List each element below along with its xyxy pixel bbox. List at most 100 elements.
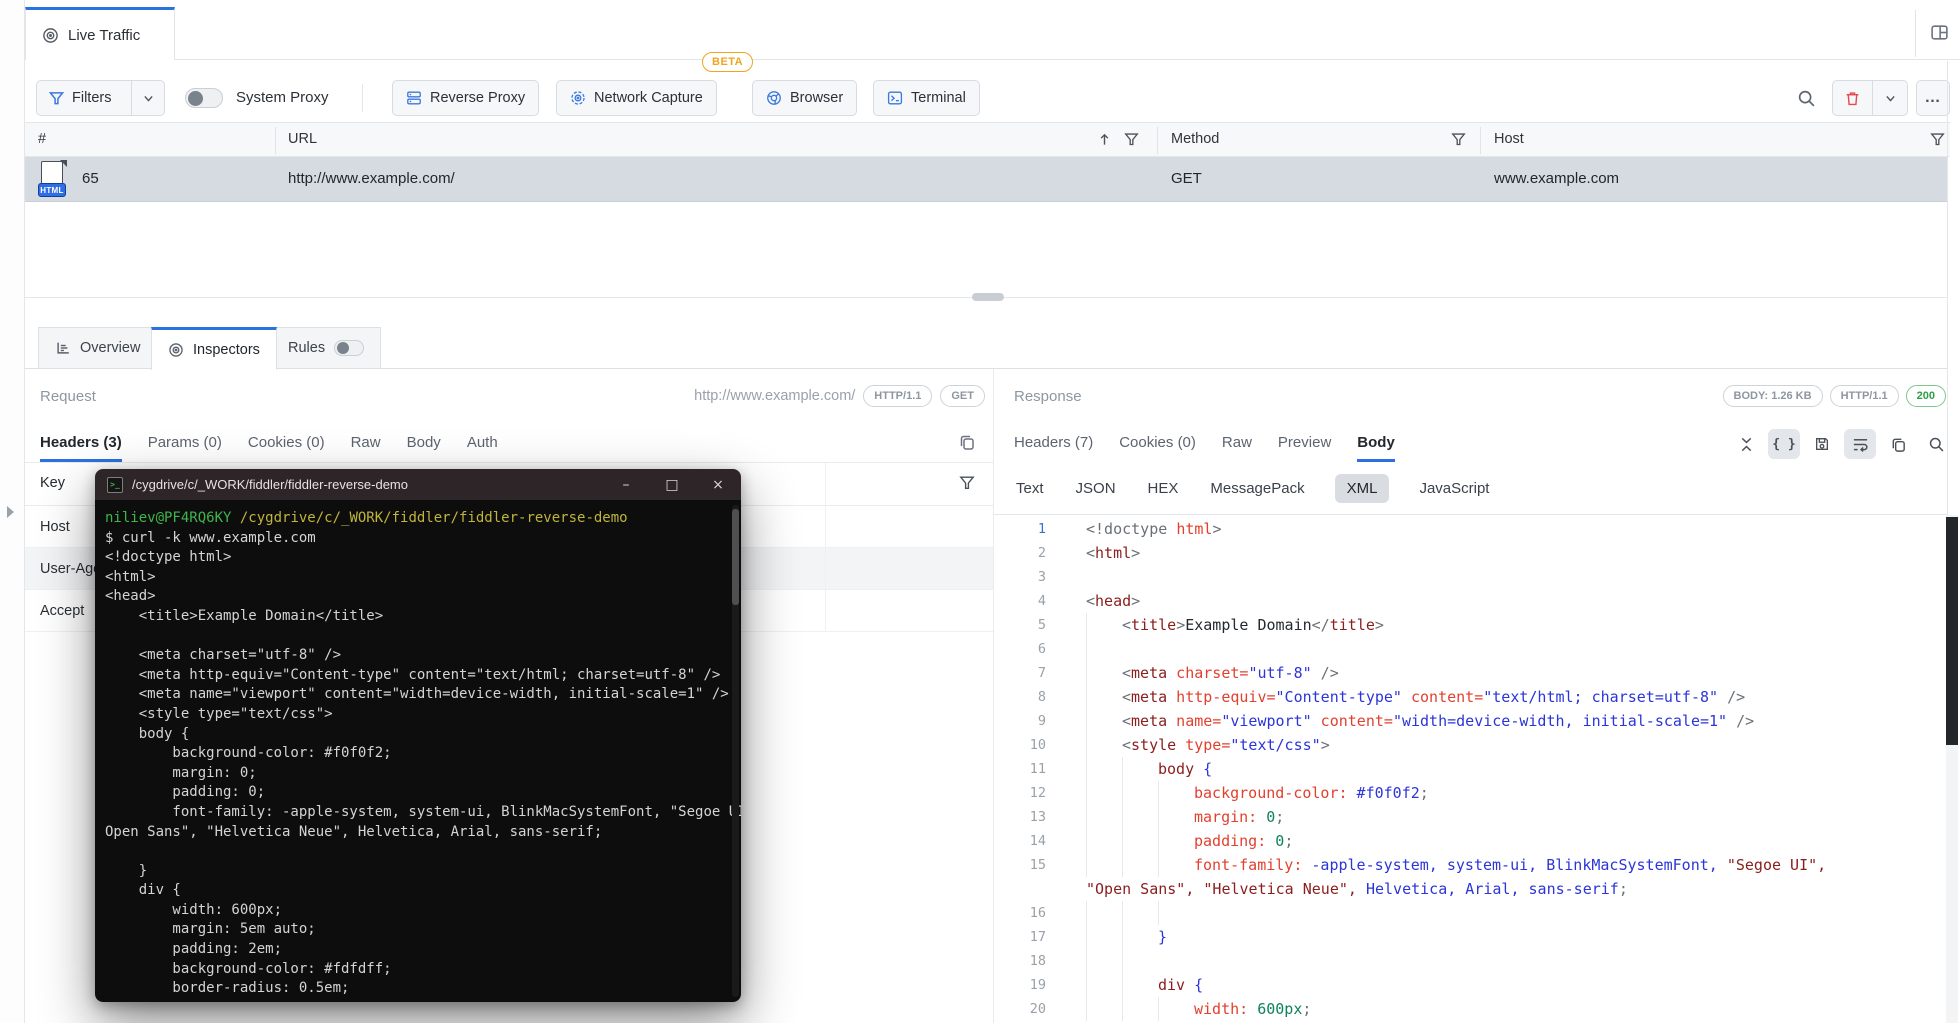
column-hash[interactable]: # xyxy=(38,131,46,147)
code-line: 4 < head > xyxy=(1012,589,1932,613)
line-number: 19 xyxy=(1029,977,1046,993)
column-host[interactable]: Host xyxy=(1494,131,1524,147)
response-tabs: Headers (7) Cookies (0) Raw Preview Body xyxy=(1014,424,1395,462)
toolbar-separator xyxy=(362,84,363,112)
clear-dropdown-icon[interactable] xyxy=(1873,81,1907,115)
copy-request-icon[interactable] xyxy=(958,433,976,451)
filter-icon xyxy=(49,91,64,106)
request-tab-headers-3[interactable]: Headers (3) xyxy=(40,424,122,462)
collapse-icon[interactable] xyxy=(1730,429,1762,459)
host-filter-icon[interactable] xyxy=(1930,132,1945,147)
format-braces-icon[interactable]: { } xyxy=(1768,429,1800,459)
body-subtab-hex[interactable]: HEX xyxy=(1146,474,1181,503)
system-proxy-toggle[interactable] xyxy=(185,88,223,108)
terminal-output[interactable]: niliev@PF4RQ6KY /cygdrive/c/_WORK/fiddle… xyxy=(95,500,741,1002)
key-filter-icon[interactable] xyxy=(959,475,975,491)
overview-chart-icon xyxy=(55,340,71,356)
maximize-icon[interactable]: □ xyxy=(649,469,695,500)
sort-up-icon[interactable] xyxy=(1097,132,1112,147)
line-number: 14 xyxy=(1029,833,1046,849)
session-host: www.example.com xyxy=(1494,170,1620,187)
save-icon[interactable] xyxy=(1806,429,1838,459)
body-subtab-javascript[interactable]: JavaScript xyxy=(1417,474,1491,503)
response-tab-headers-7[interactable]: Headers (7) xyxy=(1014,424,1093,462)
code-line: 18 xyxy=(1012,949,1932,973)
layout-panels-icon[interactable] xyxy=(1926,19,1952,45)
key-column-header[interactable]: Key xyxy=(40,475,65,491)
terminal-window[interactable]: >_ /cygdrive/c/_WORK/fiddler/fiddler-rev… xyxy=(95,469,741,1002)
tab-inspectors[interactable]: Inspectors xyxy=(151,327,277,370)
network-capture-label: Network Capture xyxy=(594,90,703,106)
request-tab-auth[interactable]: Auth xyxy=(467,424,498,462)
request-tabs: Headers (3) Params (0) Cookies (0) Raw Body A… xyxy=(40,424,498,462)
request-tab-body[interactable]: Body xyxy=(407,424,441,462)
line-number: 10 xyxy=(1029,737,1046,753)
body-format-subtabs: Text JSON HEX MessagePack XML JavaScript xyxy=(1014,463,1491,514)
filters-button[interactable]: Filters xyxy=(36,80,166,116)
vertical-panel-divider[interactable] xyxy=(993,369,994,1023)
filters-main[interactable]: Filters xyxy=(37,81,123,115)
more-options-button[interactable]: … xyxy=(1916,80,1950,116)
minimize-icon[interactable]: – xyxy=(603,469,649,500)
close-icon[interactable]: × xyxy=(695,469,741,500)
response-tab-preview[interactable]: Preview xyxy=(1278,424,1331,462)
body-subtab-text[interactable]: Text xyxy=(1014,474,1046,503)
header-key: Accept xyxy=(40,602,85,619)
terminal-line: padding: 0; xyxy=(105,784,266,801)
terminal-button[interactable]: Terminal xyxy=(873,80,980,116)
line-number: 11 xyxy=(1029,761,1046,777)
line-number: 7 xyxy=(1037,665,1046,681)
reverse-proxy-button[interactable]: Reverse Proxy xyxy=(392,80,540,116)
request-tab-raw[interactable]: Raw xyxy=(351,424,381,462)
method-filter-icon[interactable] xyxy=(1451,132,1466,147)
system-proxy-label: System Proxy xyxy=(236,89,329,106)
network-capture-button[interactable]: Network Capture xyxy=(556,80,717,116)
code-line: 9 < meta name= "viewport" content= "width=de… xyxy=(1012,709,1932,733)
search-body-icon[interactable] xyxy=(1920,429,1952,459)
terminal-line: body { xyxy=(105,725,190,742)
code-line: 17} xyxy=(1012,925,1932,949)
response-body-code[interactable]: 1 <!doctype html >2 < html > 3 4 < head >5 < title > E… xyxy=(1012,517,1932,1021)
copy-response-icon[interactable] xyxy=(1882,429,1914,459)
response-tab-body[interactable]: Body xyxy=(1357,424,1395,462)
tab-overview[interactable]: Overview xyxy=(38,327,158,369)
browser-button[interactable]: Browser xyxy=(752,80,858,116)
response-body-toolbar: { } xyxy=(1730,429,1952,459)
top-tab-bar xyxy=(25,0,1960,60)
trash-icon[interactable] xyxy=(1833,81,1873,115)
terminal-titlebar[interactable]: >_ /cygdrive/c/_WORK/fiddler/fiddler-rev… xyxy=(95,469,741,500)
terminal-line: niliev@PF4RQ6KY /cygdrive/c/_WORK/fiddle… xyxy=(105,510,628,526)
terminal-scrollbar-thumb[interactable] xyxy=(732,509,739,605)
body-subtab-xml[interactable]: XML xyxy=(1334,474,1390,503)
line-number: 12 xyxy=(1029,785,1046,801)
column-method[interactable]: Method xyxy=(1171,131,1219,147)
terminal-line: font-family: -apple-system, system-ui, B… xyxy=(105,803,741,820)
search-icon[interactable] xyxy=(1788,80,1824,116)
session-row[interactable]: HTML 65 http://www.example.com/ GET www.… xyxy=(25,157,1947,202)
url-filter-icon[interactable] xyxy=(1124,132,1139,147)
code-scrollbar-thumb[interactable] xyxy=(1946,517,1958,745)
request-protocol-badge: HTTP/1.1 xyxy=(863,385,933,407)
terminal-line: border-radius: 0.5em; xyxy=(105,980,350,997)
body-subtab-messagepack[interactable]: MessagePack xyxy=(1208,474,1306,503)
tab-live-traffic[interactable]: Live Traffic xyxy=(25,7,175,60)
code-line: 2 < html > xyxy=(1012,541,1932,565)
request-tab-cookies-0[interactable]: Cookies (0) xyxy=(248,424,325,462)
line-number: 1 xyxy=(1037,521,1046,537)
code-line: 16 xyxy=(1012,901,1932,925)
response-tab-raw[interactable]: Raw xyxy=(1222,424,1252,462)
request-tab-params-0[interactable]: Params (0) xyxy=(148,424,222,462)
word-wrap-icon[interactable] xyxy=(1844,429,1876,459)
html-file-icon: HTML xyxy=(38,160,67,197)
inspectors-label: Inspectors xyxy=(193,342,260,358)
response-tab-cookies-0[interactable]: Cookies (0) xyxy=(1119,424,1196,462)
code-line: "Open Sans", "Helvetica Neue", Helvetica… xyxy=(1012,877,1932,901)
body-subtab-json[interactable]: JSON xyxy=(1074,474,1118,503)
line-number: 9 xyxy=(1037,713,1046,729)
splitter-drag-handle[interactable] xyxy=(972,293,1004,301)
clear-sessions-group[interactable] xyxy=(1832,80,1908,116)
expand-panel-icon[interactable] xyxy=(7,506,14,518)
column-url[interactable]: URL xyxy=(288,131,317,147)
filters-dropdown[interactable] xyxy=(131,81,164,115)
rules-toggle[interactable] xyxy=(334,340,365,356)
